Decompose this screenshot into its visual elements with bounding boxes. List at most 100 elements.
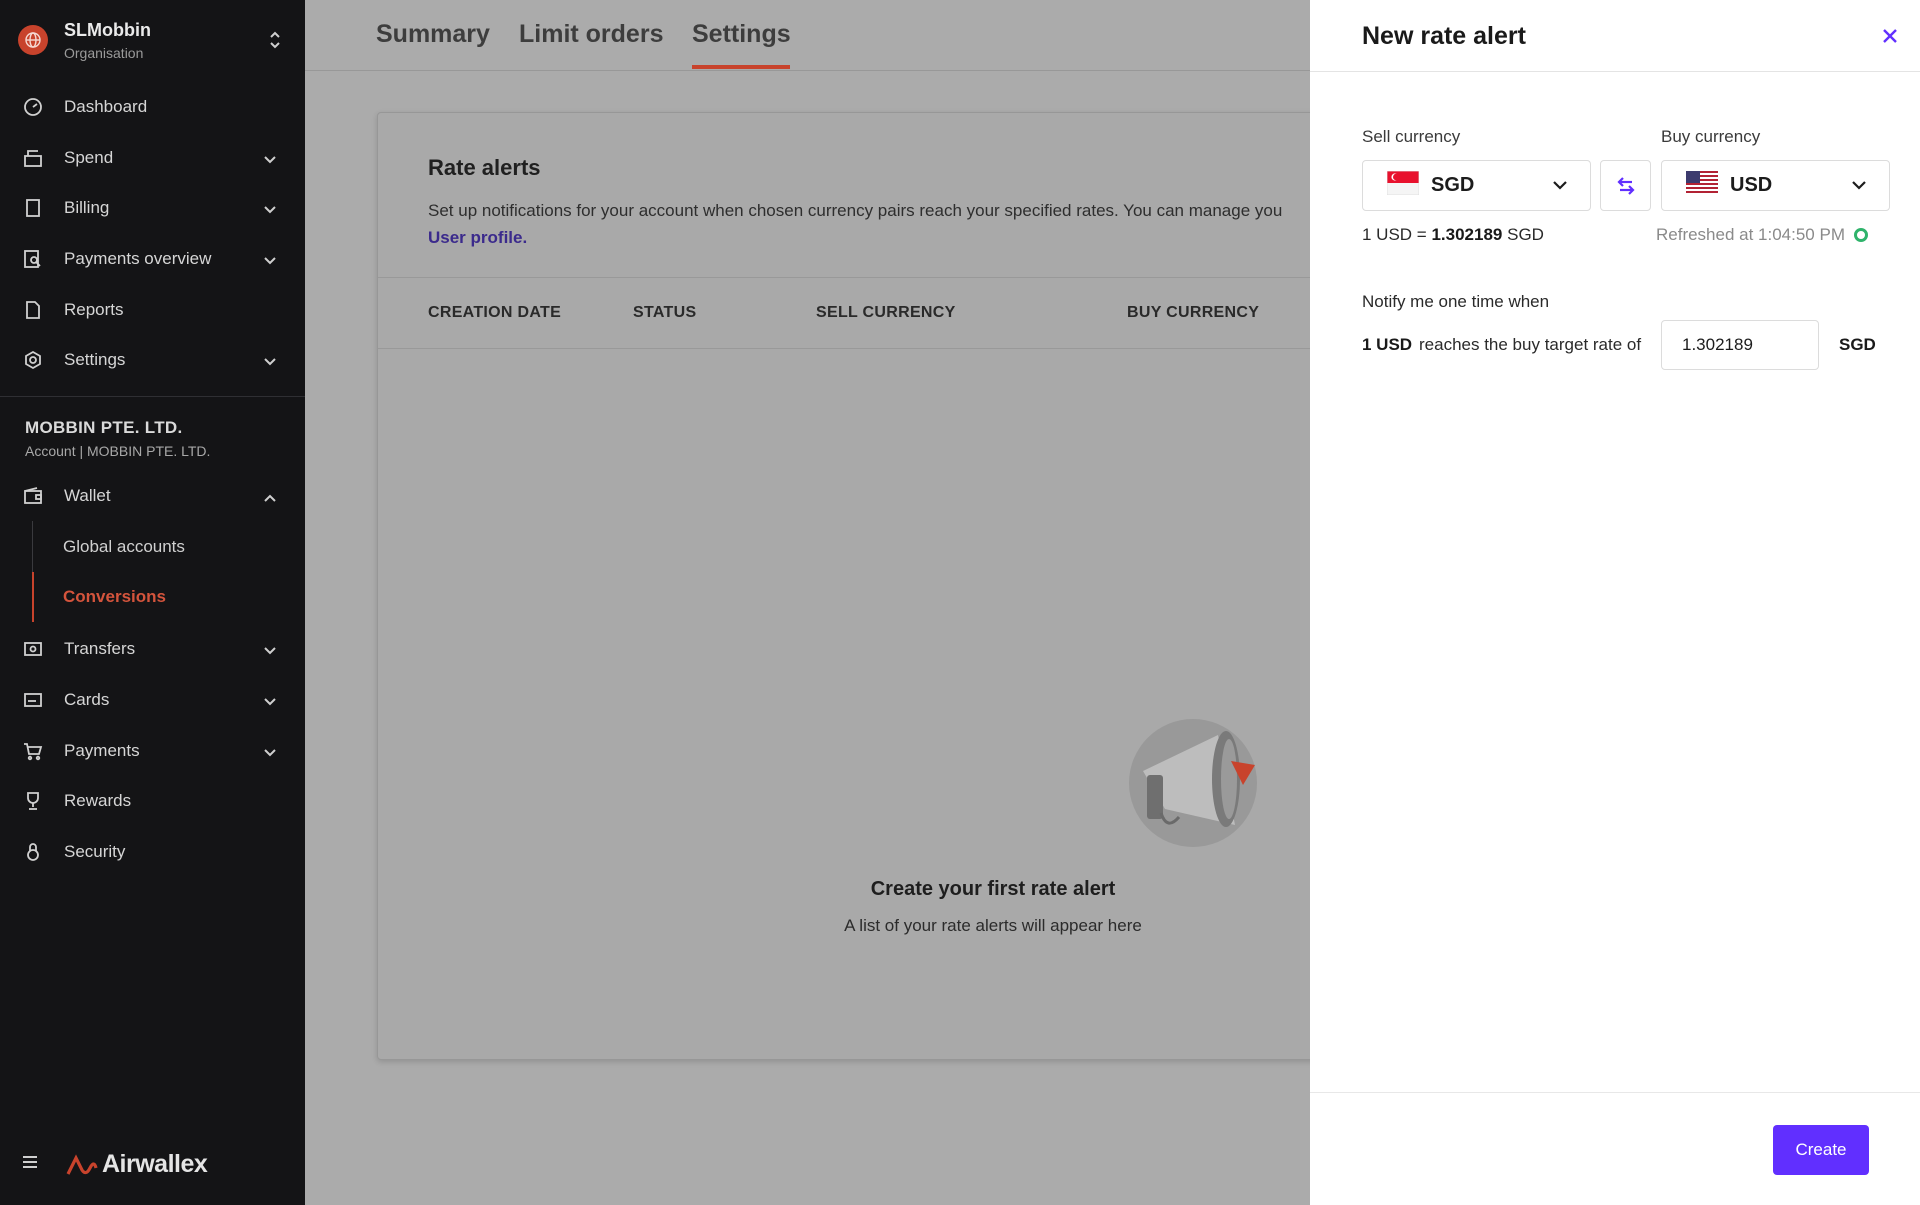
target-base-amount: 1 USD — [1362, 335, 1413, 354]
chevron-down-icon — [263, 743, 277, 763]
sidebar-item-label: Security — [64, 842, 126, 861]
drawer-header: New rate alert — [1310, 0, 1920, 72]
column-header[interactable]: CREATION DATE — [428, 304, 561, 322]
card-icon — [22, 689, 44, 711]
sidebar-item-payments-overview[interactable]: Payments overview — [0, 234, 305, 284]
up-down-chevron-icon[interactable] — [269, 30, 281, 55]
user-profile-link[interactable]: User profile. — [428, 228, 527, 247]
close-icon — [1883, 29, 1897, 43]
swap-arrows-icon — [1616, 176, 1635, 195]
close-button[interactable] — [1878, 24, 1902, 48]
cart-icon — [22, 740, 44, 762]
swap-currencies-button[interactable] — [1600, 160, 1651, 211]
tab-settings[interactable]: Settings — [692, 20, 791, 49]
sidebar-item-label: Billing — [64, 198, 110, 217]
document-icon — [22, 197, 44, 219]
sidebar-footer: Airwallex — [22, 1150, 208, 1179]
column-header[interactable]: SELL CURRENCY — [816, 304, 956, 322]
brand-name: Airwallex — [102, 1150, 208, 1178]
sidebar-item-label: Cards — [64, 690, 110, 709]
sidebar-item-label: Rewards — [64, 791, 132, 810]
tab-summary[interactable]: Summary — [376, 20, 490, 49]
org-subtitle: Organisation — [64, 44, 144, 61]
spend-icon — [22, 147, 44, 169]
chevron-up-icon — [263, 488, 277, 508]
sidebar-item-label: Wallet — [64, 486, 111, 505]
sell-currency-label: Sell currency — [1362, 127, 1461, 146]
create-button[interactable]: Create — [1773, 1125, 1869, 1175]
globe-icon — [18, 25, 48, 55]
gear-icon — [22, 349, 44, 371]
drawer-title: New rate alert — [1362, 22, 1526, 50]
status-indicator-icon — [1854, 228, 1868, 242]
sidebar-item-cards[interactable]: Cards — [0, 675, 305, 725]
sell-currency-select[interactable]: SGD — [1362, 160, 1591, 211]
sidebar-item-label: Payments — [64, 741, 140, 760]
notify-label: Notify me one time when — [1362, 292, 1550, 311]
sidebar-subitem-conversions[interactable]: Conversions — [63, 572, 166, 622]
refreshed-time: Refreshed at 1:04:50 PM — [1655, 225, 1845, 244]
buy-currency-code: USD — [1730, 174, 1773, 196]
column-header[interactable]: BUY CURRENCY — [1127, 304, 1259, 322]
trophy-icon — [22, 790, 44, 812]
refresh-status: Refreshed at 1:04:50 PM — [1656, 225, 1868, 245]
drawer-footer: Create — [1310, 1092, 1920, 1205]
search-document-icon — [22, 248, 44, 270]
file-icon — [22, 299, 44, 321]
chevron-down-icon — [263, 352, 277, 372]
sidebar-item-label: Settings — [64, 350, 126, 369]
column-header[interactable]: STATUS — [633, 304, 696, 322]
sidebar-item-dashboard[interactable]: Dashboard — [0, 82, 305, 132]
target-description: reaches the buy target rate of — [1419, 335, 1642, 354]
rate-prefix: 1 USD = — [1362, 225, 1427, 244]
sidebar-item-transfers[interactable]: Transfers — [0, 624, 305, 674]
sidebar-item-label: Reports — [64, 300, 124, 319]
card-title: Rate alerts — [428, 155, 541, 180]
sidebar-item-reports[interactable]: Reports — [0, 285, 305, 335]
sidebar: SLMobbin Organisation Dashboard Spend Bi… — [0, 0, 305, 1205]
sidebar-item-label: Dashboard — [64, 97, 148, 116]
chevron-down-icon — [263, 150, 277, 170]
rate-value: 1.302189 — [1431, 225, 1503, 244]
sidebar-subitem-global-accounts[interactable]: Global accounts — [63, 522, 185, 572]
chevron-down-icon — [263, 641, 277, 661]
card-description-text: Set up notifications for your account wh… — [428, 201, 1283, 220]
lock-icon — [22, 841, 44, 863]
target-quote-currency: SGD — [1839, 335, 1876, 354]
submenu-active-indicator — [32, 572, 34, 622]
singapore-flag-icon — [1386, 170, 1420, 200]
sidebar-item-spend[interactable]: Spend — [0, 133, 305, 183]
org-switcher[interactable]: SLMobbin Organisation — [0, 0, 305, 80]
menu-icon[interactable] — [22, 1155, 38, 1174]
sidebar-item-rewards[interactable]: Rewards — [0, 776, 305, 826]
sidebar-item-billing[interactable]: Billing — [0, 183, 305, 233]
active-tab-indicator — [692, 65, 790, 69]
chevron-down-icon — [263, 692, 277, 712]
target-rate-input[interactable] — [1661, 320, 1819, 370]
sidebar-item-wallet[interactable]: Wallet — [0, 471, 305, 521]
cash-icon — [22, 638, 44, 660]
sidebar-item-label: Transfers — [64, 639, 136, 658]
usa-flag-icon — [1686, 171, 1718, 200]
account-subtitle: Account | MOBBIN PTE. LTD. — [25, 443, 211, 459]
chevron-down-icon — [263, 200, 277, 220]
chevron-down-icon — [1851, 178, 1867, 196]
sidebar-divider — [0, 396, 305, 397]
target-rate-row: 1 USD reaches the buy target rate of SGD — [1362, 320, 1882, 370]
sidebar-item-payments[interactable]: Payments — [0, 726, 305, 776]
sidebar-item-security[interactable]: Security — [0, 827, 305, 877]
sell-currency-code: SGD — [1431, 174, 1475, 196]
chevron-down-icon — [263, 251, 277, 271]
tab-limit-orders[interactable]: Limit orders — [519, 20, 663, 49]
rate-suffix: SGD — [1507, 225, 1544, 244]
brand-logo: Airwallex — [66, 1150, 208, 1179]
sidebar-item-label: Payments overview — [64, 249, 212, 268]
gauge-icon — [22, 96, 44, 118]
buy-currency-select[interactable]: USD — [1661, 160, 1890, 211]
buy-currency-label: Buy currency — [1661, 127, 1761, 146]
account-name: MOBBIN PTE. LTD. — [25, 418, 183, 437]
sidebar-item-settings[interactable]: Settings — [0, 335, 305, 385]
airwallex-logo-icon — [66, 1153, 98, 1175]
chevron-down-icon — [1552, 178, 1568, 196]
wallet-icon — [22, 485, 44, 507]
